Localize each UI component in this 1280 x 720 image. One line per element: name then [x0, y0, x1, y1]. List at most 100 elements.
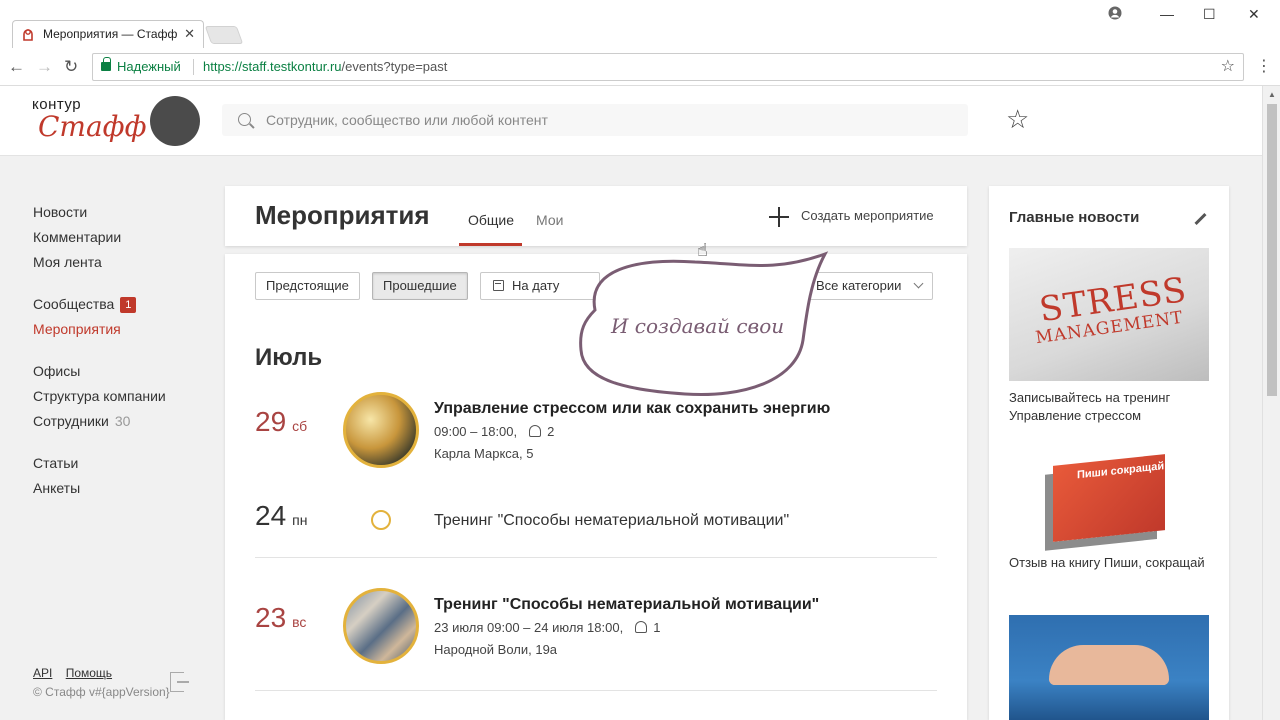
- edit-pencil-icon[interactable]: [1194, 212, 1207, 226]
- search-placeholder: Сотрудник, сообщество или любой контент: [266, 112, 548, 128]
- news-image[interactable]: STRESS MANAGEMENT: [1009, 248, 1209, 381]
- month-heading: Июль: [255, 344, 323, 371]
- sidebar-item-events[interactable]: Мероприятия: [33, 317, 213, 342]
- event-weekday: вс: [292, 614, 307, 630]
- back-icon[interactable]: ←: [8, 57, 25, 77]
- new-tab-button[interactable]: [204, 26, 244, 44]
- avatar[interactable]: [150, 96, 200, 146]
- filter-upcoming-button[interactable]: Предстоящие: [255, 272, 360, 300]
- filter-date-label: На дату: [512, 278, 560, 293]
- event-marker-icon: [371, 510, 391, 530]
- event-thumbnail[interactable]: [343, 392, 419, 468]
- communities-badge: 1: [120, 297, 137, 313]
- search-input[interactable]: Сотрудник, сообщество или любой контент: [222, 104, 968, 136]
- participants-icon: [529, 425, 542, 437]
- close-tab-icon[interactable]: ✕: [184, 21, 195, 47]
- reload-icon[interactable]: ↻: [64, 57, 78, 77]
- copyright: © Стафф v#{appVersion}: [33, 685, 170, 699]
- sidebar-item-structure[interactable]: Структура компании: [33, 384, 213, 409]
- secure-indicator[interactable]: Надежный: [101, 54, 181, 80]
- callout-text: И создавай свои: [611, 314, 785, 338]
- event-divider: [255, 690, 937, 691]
- event-participants: 2: [547, 424, 555, 439]
- sidebar-item-articles[interactable]: Статьи: [33, 451, 213, 476]
- bookmark-star-icon[interactable]: ☆: [1221, 54, 1235, 80]
- url-input[interactable]: Надежный https://staff.testkontur.ru/eve…: [92, 53, 1244, 81]
- search-icon: [238, 113, 251, 126]
- event-meta: 23 июля 09:00 – 24 июля 18:00, 1: [434, 620, 660, 635]
- profile-icon[interactable]: [1108, 6, 1122, 23]
- event-meta: 09:00 – 18:00, 2: [434, 424, 554, 439]
- event-title[interactable]: Управление стрессом или как сохранить эн…: [434, 400, 830, 418]
- scroll-up-icon[interactable]: ▲: [1268, 90, 1276, 99]
- logout-icon[interactable]: [170, 672, 189, 692]
- secure-label: Надежный: [117, 59, 181, 74]
- sidebar: Новости Комментарии Моя лента Сообщества…: [33, 200, 213, 501]
- url-text: https://staff.testkontur.ru/events?type=…: [203, 54, 447, 80]
- book-cover-title: Пиши сокращай: [1077, 460, 1165, 482]
- chevron-down-icon: [913, 278, 924, 289]
- news-image[interactable]: Пиши сокращай: [1009, 452, 1209, 544]
- browser-tab-title: Мероприятия — Стафф: [43, 27, 178, 41]
- sidebar-item-comments[interactable]: Комментарии: [33, 225, 213, 250]
- news-image[interactable]: [1009, 615, 1209, 720]
- event-thumbnail[interactable]: [343, 588, 419, 664]
- employees-label: Сотрудники: [33, 413, 109, 429]
- news-caption[interactable]: Записывайтесь на тренинг Управление стре…: [1009, 389, 1209, 425]
- help-link[interactable]: Помощь: [66, 666, 112, 680]
- event-address: Народной Воли, 19а: [434, 642, 558, 657]
- url-separator: [193, 59, 194, 75]
- event-title[interactable]: Тренинг "Способы нематериальной мотиваци…: [434, 512, 789, 530]
- sidebar-item-feed[interactable]: Моя лента: [33, 250, 213, 275]
- top-news-panel: Главные новости STRESS MANAGEMENT Записы…: [989, 186, 1229, 720]
- browser-tab[interactable]: Мероприятия — Стафф ✕: [12, 20, 204, 48]
- tab-mine[interactable]: Мои: [536, 212, 563, 228]
- event-item[interactable]: 23 вс Тренинг "Способы нематериальной мот…: [255, 588, 937, 668]
- minimize-icon[interactable]: —: [1160, 6, 1174, 22]
- event-item[interactable]: 24 пн Тренинг "Способы нематериальной мот…: [255, 496, 937, 536]
- event-weekday: сб: [292, 418, 308, 434]
- forward-icon[interactable]: →: [36, 57, 53, 77]
- scroll-thumb[interactable]: [1267, 104, 1277, 396]
- sidebar-item-surveys[interactable]: Анкеты: [33, 476, 213, 501]
- sidebar-item-communities[interactable]: Сообщества 1: [33, 292, 213, 317]
- url-host: https://staff.testkontur.ru: [203, 59, 342, 74]
- event-item[interactable]: 29 сб Управление стрессом или как сохрани…: [255, 392, 937, 472]
- event-day: 29: [255, 406, 287, 437]
- event-address: Карла Маркса, 5: [434, 446, 534, 461]
- plus-icon: [769, 207, 789, 227]
- window-close-icon[interactable]: ✕: [1248, 6, 1260, 23]
- hand-cursor-icon: ☝: [697, 240, 708, 260]
- sidebar-item-news[interactable]: Новости: [33, 200, 213, 225]
- footer-links: API Помощь: [33, 666, 122, 680]
- address-bar: ← → ↻ Надежный https://staff.testkontur.…: [0, 48, 1280, 86]
- tab-common[interactable]: Общие: [468, 212, 514, 228]
- browser-menu-icon[interactable]: ⋮: [1256, 56, 1272, 76]
- event-title[interactable]: Тренинг "Способы нематериальной мотиваци…: [434, 596, 819, 614]
- event-time: 23 июля 09:00 – 24 июля 18:00,: [434, 620, 624, 635]
- maximize-icon[interactable]: ☐: [1203, 6, 1216, 23]
- sidebar-item-offices[interactable]: Офисы: [33, 359, 213, 384]
- news-caption[interactable]: Отзыв на книгу Пиши, сокращай: [1009, 554, 1209, 572]
- logo-staff[interactable]: Стафф: [38, 110, 147, 143]
- browser-tab-strip: Мероприятия — Стафф ✕ — ☐ ✕: [0, 0, 1280, 48]
- sidebar-item-employees[interactable]: Сотрудники 30: [33, 409, 213, 434]
- scrollbar[interactable]: ▲: [1262, 86, 1280, 720]
- employees-count: 30: [114, 413, 131, 429]
- favorites-star-icon[interactable]: ☆: [1006, 106, 1029, 132]
- event-date: 23 вс: [255, 602, 306, 634]
- api-link[interactable]: API: [33, 666, 52, 680]
- lock-icon: [101, 57, 111, 71]
- book-cover: Пиши сокращай: [1053, 454, 1165, 542]
- communities-label: Сообщества: [33, 296, 115, 312]
- filter-past-button[interactable]: Прошедшие: [372, 272, 468, 300]
- url-path: /events?type=past: [341, 59, 448, 74]
- hands-shape: [1049, 645, 1169, 685]
- page-title: Мероприятия: [255, 200, 430, 230]
- event-date: 29 сб: [255, 406, 307, 438]
- participants-icon: [635, 621, 648, 633]
- events-header: Мероприятия Общие Мои Создать мероприяти…: [225, 186, 967, 246]
